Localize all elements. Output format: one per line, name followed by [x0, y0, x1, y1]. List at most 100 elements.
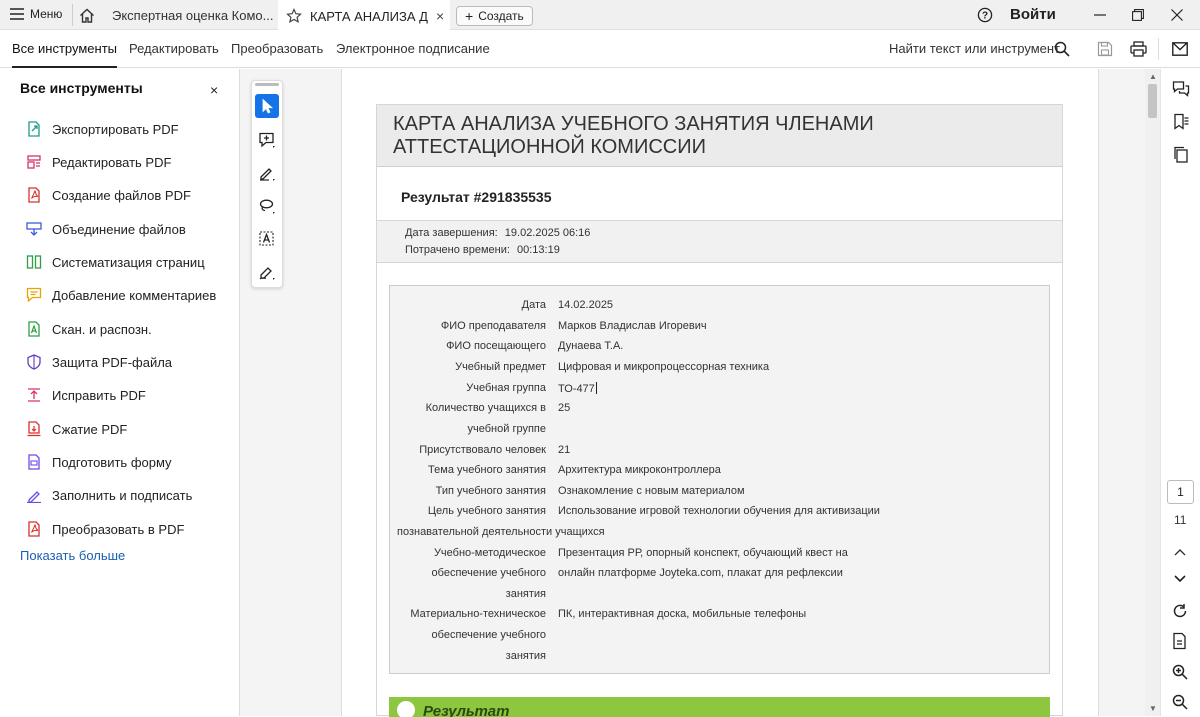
- subject-label: Учебный предмет: [455, 361, 546, 373]
- menu-bar: Все инструменты Редактировать Преобразов…: [0, 30, 1200, 68]
- result-section-header: Результат: [389, 697, 1050, 717]
- group-value: ТО-477: [558, 382, 597, 395]
- page-display-button[interactable]: [1170, 631, 1190, 651]
- tab-document-1[interactable]: Экспертная оценка Комо...: [104, 0, 274, 30]
- completed-label: Дата завершения:: [405, 227, 498, 239]
- tool-label: Сжатие PDF: [52, 421, 128, 437]
- tool-label: Преобразовать в PDF: [52, 521, 185, 537]
- tool-label: Подготовить форму: [52, 454, 172, 470]
- restore-icon[interactable]: [1128, 5, 1148, 25]
- menu-convert[interactable]: Преобразовать: [231, 41, 323, 56]
- next-page-button[interactable]: [1170, 569, 1190, 589]
- result-meta: Дата завершения: 19.02.2025 06:16 Потрач…: [377, 221, 1062, 263]
- new-tab-label: Создать: [478, 9, 524, 23]
- tool-compress-pdf[interactable]: Сжатие PDF: [26, 421, 127, 437]
- method-label-cont2: занятия: [505, 588, 546, 600]
- new-tab-button[interactable]: + Создать: [456, 6, 533, 26]
- tool-label: Создание файлов PDF: [52, 187, 191, 203]
- plus-icon: +: [465, 8, 474, 24]
- present-value: 21: [558, 444, 571, 456]
- tool-combine-files[interactable]: Объединение файлов: [26, 221, 186, 237]
- close-window-icon[interactable]: [1167, 5, 1187, 25]
- convert-pdf-icon: [26, 521, 42, 537]
- menu-e-sign[interactable]: Электронное подписание: [336, 41, 490, 56]
- vertical-scrollbar[interactable]: [1145, 69, 1160, 716]
- tool-edit-pdf[interactable]: Редактировать PDF: [26, 154, 171, 170]
- show-more-link[interactable]: Показать больше: [20, 548, 125, 563]
- tool-protect-pdf[interactable]: Защита PDF-файла: [26, 354, 172, 370]
- tool-add-comments[interactable]: Добавление комментариев: [26, 287, 216, 303]
- tool-export-pdf[interactable]: Экспортировать PDF: [26, 121, 179, 137]
- star-badge-icon: [397, 701, 415, 717]
- save-icon[interactable]: [1097, 41, 1113, 57]
- tool-organize-pages[interactable]: Систематизация страниц: [26, 254, 205, 270]
- tool-create-pdf[interactable]: Создание файлов PDF: [26, 187, 191, 203]
- tab-label: Экспертная оценка Комо...: [112, 7, 274, 23]
- drag-handle[interactable]: [255, 83, 279, 86]
- count-label: Количество учащихся в: [425, 402, 546, 414]
- signin-button[interactable]: Войти: [1010, 6, 1056, 23]
- close-icon[interactable]: ×: [210, 82, 218, 98]
- bookmarks-panel-button[interactable]: [1171, 112, 1191, 132]
- pages-panel-button[interactable]: [1171, 145, 1191, 165]
- tab-document-active[interactable]: КАРТА АНАЛИЗА Д... ×: [278, 0, 450, 30]
- draw-button[interactable]: [255, 161, 279, 185]
- search-icon[interactable]: [1054, 41, 1070, 57]
- tool-label: Защита PDF-файла: [52, 354, 173, 370]
- scan-icon: [26, 321, 42, 337]
- scrollbar-thumb[interactable]: [1148, 84, 1157, 118]
- page-number-input[interactable]: 1: [1167, 480, 1194, 504]
- comment-plus-icon: [258, 131, 276, 149]
- date-label: Дата: [521, 299, 546, 311]
- tech-label: Материально-техническое: [410, 608, 546, 620]
- method-label-cont: обеспечение учебного: [431, 567, 546, 579]
- sign-button[interactable]: [255, 260, 279, 284]
- count-value: 25: [558, 402, 571, 414]
- quick-tools-bar: [251, 80, 283, 288]
- minimize-icon[interactable]: [1090, 5, 1110, 25]
- compress-pdf-icon: [26, 421, 42, 437]
- add-comment-button[interactable]: [255, 128, 279, 152]
- help-icon[interactable]: ?: [977, 7, 993, 23]
- tool-fill-sign[interactable]: Заполнить и подписать: [26, 487, 192, 503]
- card-header: КАРТА АНАЛИЗА УЧЕБНОГО ЗАНЯТИЯ ЧЛЕНАМИ А…: [377, 105, 1062, 167]
- goal-label: Цель учебного занятия: [427, 505, 546, 517]
- tool-convert-to-pdf[interactable]: Преобразовать в PDF: [26, 521, 184, 537]
- close-tab-icon[interactable]: ×: [436, 8, 444, 24]
- rotate-icon: [1172, 603, 1188, 619]
- comments-panel-button[interactable]: [1171, 79, 1191, 99]
- mail-icon[interactable]: [1172, 42, 1188, 56]
- menu-button[interactable]: Меню: [10, 7, 62, 21]
- chevron-up-icon: [1174, 548, 1186, 556]
- lasso-button[interactable]: [255, 194, 279, 218]
- scroll-up-arrow-icon[interactable]: ▲: [1149, 72, 1157, 81]
- combine-files-icon: [26, 221, 42, 237]
- select-tool-button[interactable]: [255, 94, 279, 118]
- visitor-value: Дунаева Т.А.: [558, 340, 624, 352]
- cursor-icon: [260, 98, 274, 114]
- zoom-out-button[interactable]: [1170, 692, 1190, 712]
- topic-label: Тема учебного занятия: [428, 464, 546, 476]
- menu-all-tools[interactable]: Все инструменты: [12, 41, 117, 68]
- svg-text:?: ?: [982, 11, 988, 22]
- tech-label-cont2: занятия: [505, 650, 546, 662]
- zoom-in-button[interactable]: [1170, 662, 1190, 682]
- tool-prepare-form[interactable]: Подготовить форму: [26, 454, 172, 470]
- find-tool-label[interactable]: Найти текст или инструмент: [889, 41, 1060, 56]
- all-tools-panel: Все инструменты × Экспортировать PDF Ред…: [0, 69, 240, 716]
- text-select-button[interactable]: [255, 227, 279, 251]
- print-icon[interactable]: [1130, 41, 1147, 57]
- page-total: 11: [1174, 513, 1187, 527]
- previous-page-button[interactable]: [1170, 542, 1190, 562]
- tool-fix-pdf[interactable]: Исправить PDF: [26, 387, 146, 403]
- star-icon[interactable]: [286, 8, 302, 24]
- rotate-button[interactable]: [1170, 601, 1190, 621]
- menu-edit[interactable]: Редактировать: [129, 41, 219, 56]
- scroll-down-arrow-icon[interactable]: ▼: [1149, 704, 1157, 713]
- tool-label: Систематизация страниц: [52, 254, 205, 270]
- page-settings-icon: [1172, 632, 1188, 650]
- home-button[interactable]: [72, 4, 100, 26]
- fill-sign-icon: [26, 487, 42, 503]
- lasso-icon: [258, 197, 276, 215]
- tool-scan-ocr[interactable]: Скан. и распозн.: [26, 321, 152, 337]
